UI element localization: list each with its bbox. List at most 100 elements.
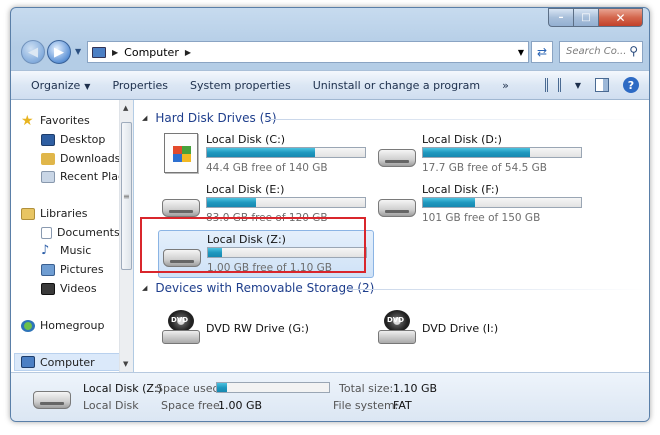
total-size-label: Total size:	[339, 382, 394, 395]
breadcrumb-computer[interactable]: Computer	[124, 46, 179, 59]
dvd-logo: DVD	[387, 316, 405, 324]
drive-free-space: 101 GB free of 150 GB	[422, 212, 541, 224]
forward-button[interactable]: ▶	[47, 40, 71, 64]
drive-tile-d[interactable]: Local Disk (D:) 17.7 GB free of 54.5 GB	[374, 131, 590, 179]
navigation-pane: ★ Favorites Desktop Downloads Recent Pla…	[11, 100, 133, 372]
drive-tile-f[interactable]: Local Disk (F:) 101 GB free of 150 GB	[374, 181, 590, 229]
drive-label: Local Disk (D:)	[422, 133, 502, 146]
sidebar-item-label: Pictures	[60, 263, 104, 276]
minimize-button[interactable]: –	[548, 8, 574, 27]
scroll-down-icon[interactable]: ▼	[123, 360, 128, 368]
drive-usage-bar	[206, 197, 366, 208]
sidebar-item-label: Favorites	[40, 114, 90, 127]
refresh-icon[interactable]: ⇄	[531, 41, 553, 63]
space-free-value: 1.00 GB	[218, 399, 263, 412]
command-bar: Organize ▼ Properties System properties U…	[11, 70, 649, 100]
sidebar-item-label: Libraries	[40, 207, 88, 220]
dvd-logo: DVD	[171, 316, 189, 324]
space-used-label: Space used:	[156, 382, 224, 395]
drive-usage-fill	[423, 148, 530, 157]
window-controls: – □ ✕	[548, 8, 643, 27]
drive-tile-g[interactable]: DVD DVD RW Drive (G:)	[158, 306, 374, 354]
system-drive-icon	[162, 133, 200, 173]
group-divider	[346, 289, 646, 290]
drive-usage-bar	[206, 147, 366, 158]
address-bar[interactable]: ▶ Computer ▶ ▼	[87, 41, 529, 63]
file-system-value: FAT	[393, 399, 412, 412]
sidebar-item-label: Homegroup	[40, 319, 105, 332]
sidebar-item-desktop[interactable]: Desktop	[41, 133, 105, 146]
drive-usage-bar	[422, 147, 582, 158]
change-view-icon[interactable]	[544, 78, 561, 92]
uninstall-program-button[interactable]: Uninstall or change a program	[313, 79, 480, 92]
sidebar-item-downloads[interactable]: Downloads	[41, 152, 120, 165]
computer-icon	[21, 356, 35, 368]
sidebar-item-videos[interactable]: Videos	[41, 282, 97, 295]
group-header-hard-disk-drives[interactable]: ◢ Hard Disk Drives (5)	[142, 111, 646, 125]
videos-icon	[41, 282, 55, 295]
libraries-icon	[21, 207, 35, 220]
more-commands-button[interactable]: »	[502, 79, 509, 92]
properties-button[interactable]: Properties	[112, 79, 168, 92]
search-placeholder: Search Co...	[566, 46, 627, 57]
desktop-icon	[41, 133, 55, 146]
selection-highlight-outline	[140, 217, 366, 273]
scroll-up-icon[interactable]: ▲	[123, 104, 128, 112]
group-title: Hard Disk Drives (5)	[155, 111, 277, 125]
explorer-window: – □ ✕ ◀ ▶ ▼ ▶ Computer ▶ ▼ ⇄ Search Co..…	[10, 7, 650, 422]
sidebar-item-pictures[interactable]: Pictures	[41, 263, 104, 276]
computer-icon	[92, 46, 106, 58]
homegroup-icon	[21, 319, 35, 332]
collapse-triangle-icon[interactable]: ◢	[142, 114, 147, 122]
hard-drive-icon	[378, 145, 416, 169]
toolbar-right: ▼ ?	[544, 77, 639, 93]
organize-button[interactable]: Organize ▼	[31, 79, 90, 92]
drive-label: Local Disk (C:)	[206, 133, 286, 146]
drive-label: DVD Drive (I:)	[422, 322, 499, 335]
search-icon[interactable]: ⚲	[629, 44, 638, 58]
sidebar-item-favorites[interactable]: ★ Favorites	[21, 112, 90, 129]
drive-usage-fill	[207, 198, 256, 207]
pictures-icon	[41, 263, 55, 276]
group-header-removable-storage[interactable]: ◢ Devices with Removable Storage (2)	[142, 281, 646, 295]
sidebar-item-recent-places[interactable]: Recent Place	[41, 170, 131, 183]
navigation-scrollbar[interactable]: ▲ ≡ ▼	[119, 100, 133, 372]
file-system-label: File system:	[333, 399, 399, 412]
sidebar-item-label: Documents	[57, 226, 120, 239]
sidebar-item-label: Downloads	[60, 152, 121, 165]
sidebar-item-computer[interactable]: Computer	[14, 353, 122, 371]
help-icon[interactable]: ?	[623, 77, 639, 93]
star-icon: ★	[21, 112, 34, 129]
sidebar-item-music[interactable]: ♪ Music	[41, 242, 91, 258]
address-dropdown-icon[interactable]: ▼	[518, 48, 524, 57]
music-icon: ♪	[41, 242, 50, 258]
system-properties-button[interactable]: System properties	[190, 79, 291, 92]
breadcrumb-chevron-icon[interactable]: ▶	[185, 48, 191, 57]
drive-usage-fill	[423, 198, 475, 207]
recent-pages-dropdown[interactable]: ▼	[75, 47, 81, 56]
chevron-down-icon: ▼	[84, 81, 91, 91]
drive-usage-fill	[207, 148, 315, 157]
space-used-bar	[216, 382, 330, 393]
navigation-bar: ◀ ▶ ▼ ▶ Computer ▶ ▼ ⇄ Search Co... ⚲	[19, 38, 645, 66]
views-dropdown-icon[interactable]: ▼	[575, 81, 581, 90]
maximize-button[interactable]: □	[574, 8, 599, 27]
collapse-triangle-icon[interactable]: ◢	[142, 284, 147, 292]
drive-tile-c[interactable]: Local Disk (C:) 44.4 GB free of 140 GB	[158, 131, 374, 179]
sidebar-item-documents[interactable]: Documents	[41, 226, 120, 239]
back-button[interactable]: ◀	[21, 40, 45, 64]
details-pane: Local Disk (Z:) Local Disk Space used: S…	[11, 372, 649, 421]
details-name: Local Disk (Z:)	[83, 382, 162, 395]
dvd-drive-icon: DVD	[378, 310, 416, 344]
sidebar-item-homegroup[interactable]: Homegroup	[21, 319, 104, 332]
close-button[interactable]: ✕	[599, 8, 643, 27]
organize-label: Organize	[31, 78, 81, 92]
sidebar-item-libraries[interactable]: Libraries	[21, 207, 88, 220]
preview-pane-icon[interactable]	[595, 78, 609, 92]
breadcrumb-chevron-icon[interactable]: ▶	[112, 48, 118, 57]
recent-places-icon	[41, 170, 55, 183]
sidebar-item-label: Computer	[40, 355, 95, 369]
drive-tile-i[interactable]: DVD DVD Drive (I:)	[374, 306, 590, 354]
search-input[interactable]: Search Co... ⚲	[559, 41, 643, 63]
documents-icon	[41, 226, 52, 239]
